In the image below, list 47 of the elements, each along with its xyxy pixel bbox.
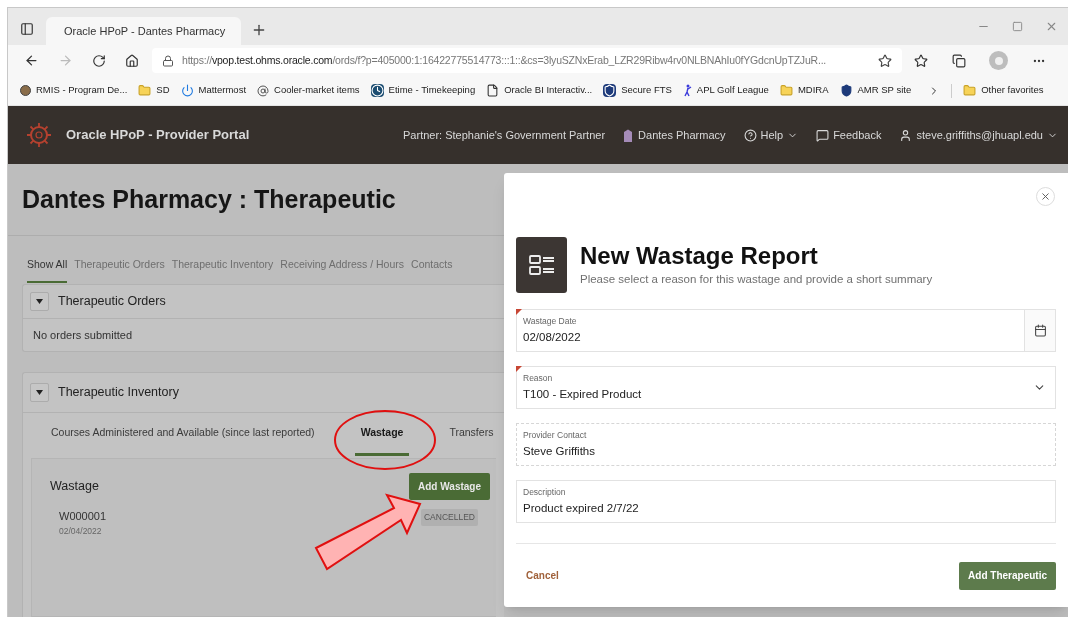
field-value: Product expired 2/7/22 xyxy=(523,501,640,516)
wastage-id[interactable]: W000001 xyxy=(59,508,107,525)
bookmark[interactable]: Etime - Timekeeping xyxy=(370,83,476,98)
sub-tab[interactable]: Courses Administered and Available (since last reported) xyxy=(45,413,321,456)
field-label: Description xyxy=(523,487,567,498)
pharmacy-link[interactable]: Dantes Pharmacy xyxy=(623,126,726,144)
field-label: Provider Contact xyxy=(523,430,588,441)
bookmark[interactable]: Secure FTS xyxy=(603,83,672,98)
input-field[interactable]: Wastage Date 02/08/2022 xyxy=(516,309,1056,352)
section-title: Wastage xyxy=(50,478,99,496)
input-field[interactable]: Description Product expired 2/7/22 xyxy=(516,480,1056,523)
browser-tab[interactable]: Oracle HPoP - Dantes Pharmacy xyxy=(46,17,241,45)
bookmark[interactable]: Cooler-market items xyxy=(257,83,360,98)
bookmark[interactable]: MDIRA xyxy=(779,83,829,98)
add-wastage-button[interactable]: Add Wastage xyxy=(409,473,490,500)
modal-title: New Wastage Report xyxy=(580,241,819,272)
app-title[interactable]: Oracle HPoP - Provider Portal xyxy=(66,125,250,145)
empty-message: No orders submitted xyxy=(33,327,133,343)
bookmark[interactable]: APL Golf League xyxy=(682,83,769,98)
field-value: Steve Griffiths xyxy=(523,444,596,459)
bookmark[interactable]: Mattermost xyxy=(180,83,247,98)
feedback-link[interactable]: Feedback xyxy=(816,126,882,144)
add-therapeutic-button[interactable]: Add Therapeutic xyxy=(959,561,1056,590)
user-menu[interactable]: steve.griffiths@jhuapl.edu xyxy=(899,126,1058,144)
modal-subtitle: Please select a reason for this wastage and provide a short summary xyxy=(580,272,933,288)
partner-label: Partner: Stephanie's Government Partner xyxy=(403,127,606,143)
cancel-link[interactable]: Cancel xyxy=(526,568,559,583)
wastage-date: 02/04/2022 xyxy=(59,524,103,538)
field-value: T100 - Expired Product xyxy=(523,387,643,402)
tab-title: Oracle HPoP - Dantes Pharmacy xyxy=(64,23,226,39)
select-field[interactable]: Reason T100 - Expired Product xyxy=(516,366,1056,409)
bookmark[interactable]: RMIS - Program De... xyxy=(20,83,128,98)
bookmark[interactable]: Other favorites xyxy=(963,83,1044,98)
field-label: Wastage Date xyxy=(523,316,578,327)
bookmark[interactable]: AMR SP site xyxy=(839,83,912,98)
address-bar[interactable]: https://vpop.test.ohms.oracle.com/ords/f?p=405000:1:16422775514773:::1::&cs=3lyuSZNxErab_LZR29Ribw4rv0NLBNAhIu0fYGdcnUpTZJuR... xyxy=(152,48,902,73)
region-title: Therapeutic Inventory xyxy=(58,384,179,402)
status-badge: CANCELLED xyxy=(420,509,478,526)
bookmark[interactable]: Oracle BI Interactiv... xyxy=(486,83,593,98)
page-title: Dantes Pharmacy : Therapeutic xyxy=(22,183,396,215)
region-title: Therapeutic Orders xyxy=(58,293,166,311)
bookmark[interactable]: SD xyxy=(138,83,170,98)
field-value: 02/08/2022 xyxy=(523,330,582,345)
url-text: https://vpop.test.ohms.oracle.com/ords/f?p=405000:1:16422775514773:::1::&cs=3lyuSZNxErab_LZR29Ribw4rv0NLBNAhIu0fYGdcnUpTZJuR... xyxy=(182,52,828,68)
help-menu[interactable]: Help xyxy=(743,126,799,144)
field-label: Reason xyxy=(523,373,554,384)
sub-tab[interactable]: Transfers xyxy=(443,413,500,456)
